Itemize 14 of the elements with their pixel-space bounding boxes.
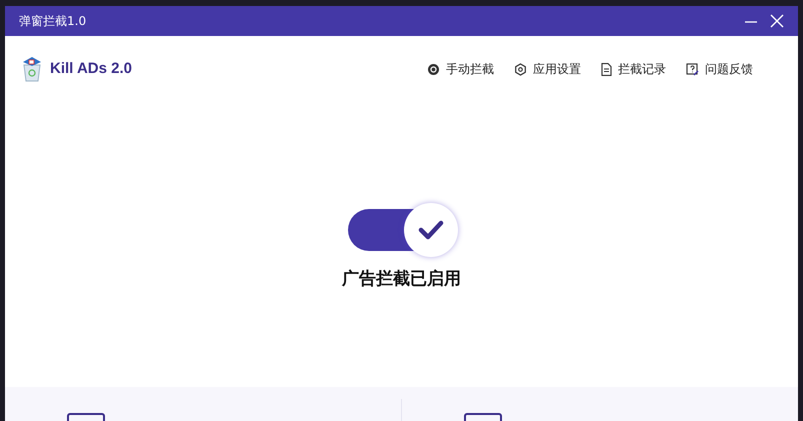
nav-link[interactable]: 手动拦截	[427, 60, 494, 78]
window-title: 弹窗拦截1.0	[19, 13, 86, 30]
status-label: 广告拦截已启用	[342, 268, 461, 291]
document-icon	[601, 62, 612, 76]
nav-link[interactable]: 应用设置	[514, 60, 581, 78]
nav-link[interactable]: 问题反馈	[686, 60, 753, 78]
settings-icon	[514, 62, 527, 76]
app-name: Kill ADs 2.0	[50, 58, 132, 79]
target-icon	[427, 62, 440, 76]
close-icon[interactable]	[770, 14, 784, 28]
feedback-icon	[686, 62, 699, 76]
checkmark-icon	[418, 220, 444, 240]
toggle-switch[interactable]	[346, 202, 458, 258]
nav-link[interactable]: 拦截记录	[601, 60, 666, 78]
